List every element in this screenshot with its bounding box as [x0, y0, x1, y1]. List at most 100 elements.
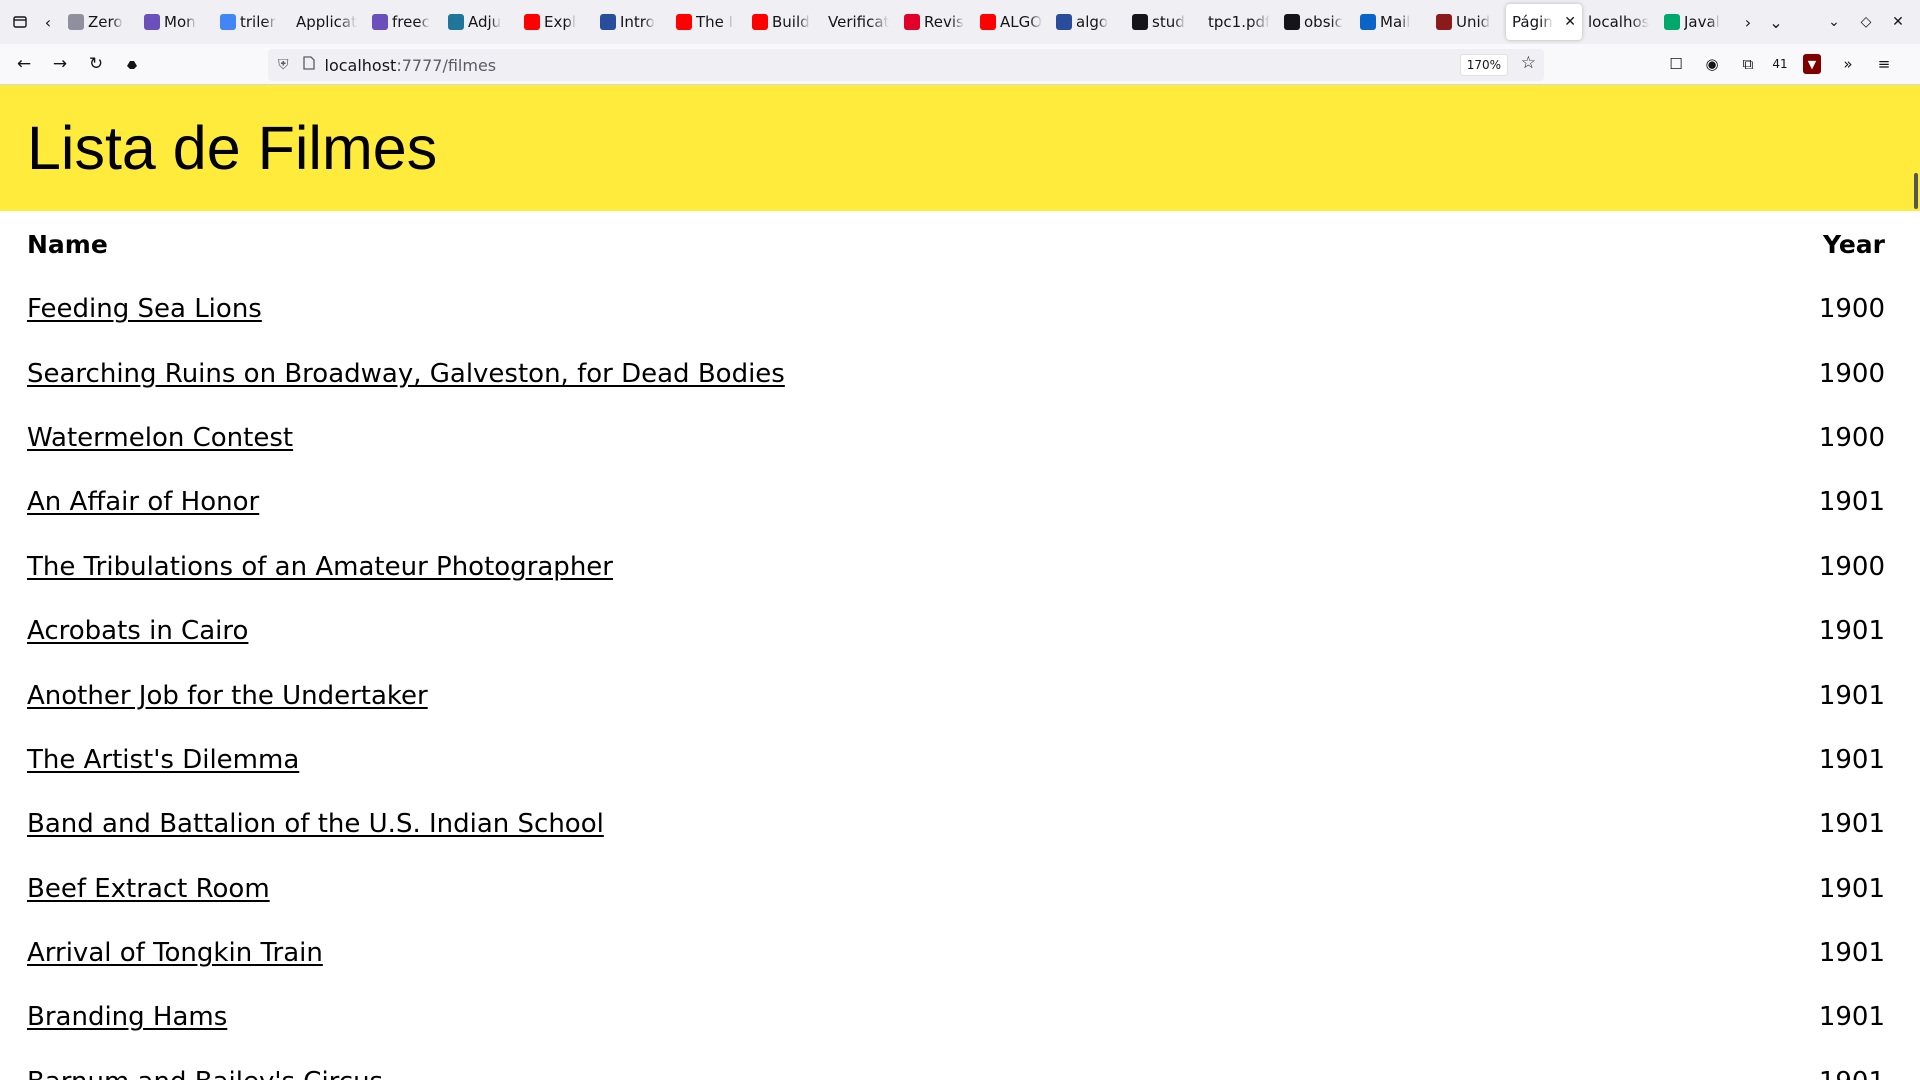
table-row: The Tribulations of an Amateur Photograp…	[0, 535, 1920, 599]
column-header-name: Name	[27, 229, 108, 259]
tab-strip: ‹ Zero Mon triler Applicat freec Adju Expl Intr…	[0, 0, 1920, 44]
browser-tab[interactable]: obsic	[1278, 4, 1354, 40]
film-link[interactable]: Arrival of Tongkin Train	[27, 938, 323, 968]
film-link[interactable]: An Affair of Honor	[27, 487, 259, 517]
browser-tab[interactable]: Verificat	[822, 4, 898, 40]
url-host: localhost	[324, 55, 397, 75]
extension-icon[interactable]	[116, 48, 148, 80]
back-arrow-icon[interactable]: ←	[8, 48, 40, 80]
table-row: Acrobats in Cairo 1901	[0, 599, 1920, 663]
page-info-icon[interactable]	[302, 56, 315, 74]
browser-tab[interactable]: Intro	[594, 4, 670, 40]
film-name-cell: Watermelon Contest	[0, 406, 1701, 470]
browser-tab[interactable]: Adju	[442, 4, 518, 40]
tab-label: stud	[1152, 13, 1185, 31]
film-name-cell: Searching Ruins on Broadway, Galveston, …	[0, 341, 1701, 405]
zoom-level-button[interactable]: 170%	[1459, 54, 1508, 76]
browser-tab[interactable]: Mail	[1354, 4, 1430, 40]
browser-tab[interactable]: Unid	[1430, 4, 1506, 40]
account-icon[interactable]: ◉	[1696, 48, 1728, 80]
close-window-icon[interactable]: ✕	[1884, 8, 1912, 36]
url-bar[interactable]: ⛨ localhost:7777/filmes 170% ☆	[268, 49, 1544, 81]
scroll-tabs-left-icon[interactable]: ‹	[34, 8, 62, 36]
tab-label: obsic	[1304, 13, 1343, 31]
browser-tab[interactable]: Zero	[62, 4, 138, 40]
youtube-icon	[980, 14, 996, 30]
browser-tab[interactable]: ALGO	[974, 4, 1050, 40]
browser-tab[interactable]: Expl	[518, 4, 594, 40]
film-year-cell: 1900	[1818, 358, 1885, 389]
film-name-cell: Arrival of Tongkin Train	[0, 921, 1701, 985]
film-link[interactable]: Searching Ruins on Broadway, Galveston, …	[27, 359, 785, 389]
x-logo-icon	[144, 14, 160, 30]
film-year-cell: 1901	[1818, 744, 1885, 775]
film-link[interactable]: Acrobats in Cairo	[27, 616, 248, 646]
browser-tab[interactable]: triler	[214, 4, 290, 40]
tab-label: Intro	[620, 13, 655, 31]
film-link[interactable]: The Tribulations of an Amateur Photograp…	[27, 552, 613, 582]
pocket-icon[interactable]: ☐	[1660, 48, 1692, 80]
browser-tab[interactable]: tpc1.pdf	[1202, 4, 1278, 40]
tab-list: Zero Mon triler Applicat freec Adju Expl Intro T…	[62, 0, 1734, 44]
film-link[interactable]: The Artist's Dilemma	[27, 745, 299, 775]
reload-icon[interactable]: ↻	[80, 48, 112, 80]
hamburger-menu-icon[interactable]: ≡	[1868, 48, 1900, 80]
film-link[interactable]: Band and Battalion of the U.S. Indian Sc…	[27, 809, 604, 839]
all-tabs-chevron-down-icon[interactable]: ⌄	[1762, 8, 1790, 36]
film-year-cell: 1900	[1818, 551, 1885, 582]
browser-tab[interactable]: Revis	[898, 4, 974, 40]
browser-tab[interactable]: stud	[1126, 4, 1202, 40]
film-name-cell: Band and Battalion of the U.S. Indian Sc…	[0, 792, 1701, 856]
tab-label: tpc1.pdf	[1208, 13, 1271, 31]
table-row: Another Job for the Undertaker 1901	[0, 663, 1920, 727]
forward-arrow-icon[interactable]: →	[44, 48, 76, 80]
page-scrollbar-thumb[interactable]	[1914, 173, 1918, 209]
table-row: An Affair of Honor 1901	[0, 470, 1920, 534]
browser-tab[interactable]: freec	[366, 4, 442, 40]
film-link[interactable]: Barnum and Bailey's Circus	[27, 1067, 383, 1080]
page-title: Lista de Filmes	[27, 114, 438, 182]
extension-count-badge: 41	[1772, 57, 1788, 71]
film-year-cell: 1901	[1818, 809, 1885, 840]
browser-tab[interactable]: Applicat	[290, 4, 366, 40]
overflow-chevron-icon[interactable]: »	[1832, 48, 1864, 80]
tab-list-icon[interactable]	[6, 8, 34, 36]
minimize-icon[interactable]: ⌄	[1820, 8, 1848, 36]
generic-icon	[68, 14, 84, 30]
maximize-icon[interactable]: ◇	[1852, 8, 1880, 36]
film-link[interactable]: Beef Extract Room	[27, 874, 270, 904]
column-header-year: Year	[1823, 229, 1885, 259]
tab-label: Zero	[88, 13, 123, 31]
browser-tab[interactable]: Javal	[1658, 4, 1734, 40]
grid-icon	[1056, 14, 1072, 30]
film-year-cell: 1901	[1818, 680, 1885, 711]
browser-tab[interactable]: Mon	[138, 4, 214, 40]
film-link[interactable]: Branding Hams	[27, 1002, 227, 1032]
film-name-cell: Branding Hams	[0, 985, 1701, 1049]
w-logo-icon	[1664, 14, 1680, 30]
tab-label: Javal	[1684, 13, 1720, 31]
url-text[interactable]: localhost:7777/filmes	[325, 56, 497, 75]
film-link[interactable]: Another Job for the Undertaker	[27, 681, 428, 711]
bookmark-star-icon[interactable]: ☆	[1521, 53, 1536, 73]
browser-tab[interactable]: localhos	[1582, 4, 1658, 40]
browser-tab[interactable]: algo	[1050, 4, 1126, 40]
film-link[interactable]: Feeding Sea Lions	[27, 294, 262, 324]
browser-tab[interactable]: Págin ✕	[1506, 4, 1582, 40]
scroll-tabs-right-icon[interactable]: ›	[1734, 8, 1762, 36]
tab-label: The I	[696, 13, 734, 31]
page-viewport: Lista de Filmes Name Year Feeding Sea Li…	[0, 85, 1920, 1080]
film-link[interactable]: Watermelon Contest	[27, 423, 293, 453]
ublock-shield-icon[interactable]: ▼	[1803, 54, 1821, 74]
tab-label: triler	[240, 13, 276, 31]
navigation-toolbar: ← → ↻ ⛨ localhost:7777/filmes 170% ☆ ☐ ◉…	[0, 44, 1920, 85]
x-logo-icon	[372, 14, 388, 30]
tab-label: Mail	[1380, 13, 1411, 31]
tracking-protection-shield-icon[interactable]: ⛨	[278, 57, 289, 73]
browser-tab[interactable]: Build	[746, 4, 822, 40]
browser-tab[interactable]: The I	[670, 4, 746, 40]
close-tab-icon[interactable]: ✕	[1564, 14, 1576, 30]
extensions-puzzle-icon[interactable]: ⧉	[1732, 48, 1764, 80]
youtube-icon	[676, 14, 692, 30]
film-year-cell: 1900	[1818, 294, 1885, 325]
